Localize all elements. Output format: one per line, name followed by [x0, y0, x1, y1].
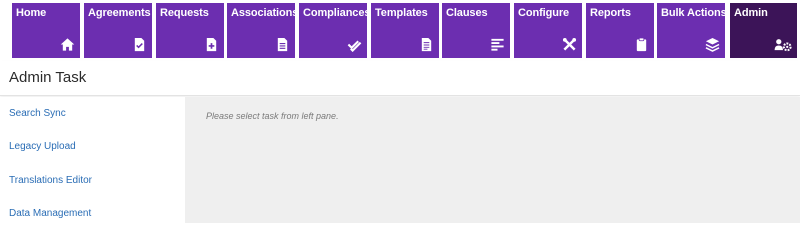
tools-icon — [562, 37, 577, 52]
nav-tile-requests[interactable]: Requests — [156, 3, 224, 58]
nav-tile-configure[interactable]: Configure — [514, 3, 582, 58]
nav-tile-templates[interactable]: Templates — [371, 3, 439, 58]
align-left-icon — [490, 37, 505, 52]
nav-tile-label: Configure — [518, 7, 570, 19]
nav-tile-clauses[interactable]: Clauses — [442, 3, 510, 58]
task-search-sync[interactable]: Search Sync — [9, 108, 66, 119]
nav-tile-label: Admin — [734, 7, 768, 19]
task-list: Search Sync Legacy Upload Translations E… — [0, 97, 185, 223]
nav-tile-label: Home — [16, 7, 47, 19]
nav-tile-associations[interactable]: Associations — [227, 3, 299, 58]
layers-icon — [705, 37, 720, 52]
page-header: Admin Task — [0, 61, 800, 96]
nav-tile-label: Clauses — [446, 7, 488, 19]
task-translations-editor[interactable]: Translations Editor — [9, 175, 92, 186]
nav-tile-bulk-actions[interactable]: Bulk Actions — [657, 3, 727, 58]
nav-tile-home[interactable]: Home — [12, 3, 80, 58]
task-legacy-upload[interactable]: Legacy Upload — [9, 141, 76, 152]
nav-tile-compliances[interactable]: Compliances — [299, 3, 371, 58]
nav-tile-agreements[interactable]: Agreements — [84, 3, 152, 58]
nav-tile-admin[interactable]: Admin — [730, 3, 797, 58]
double-check-icon — [347, 37, 362, 52]
nav-tile-label: Templates — [375, 7, 428, 19]
document-plus-icon — [204, 37, 219, 52]
nav-tile-label: Associations — [231, 7, 299, 19]
template-icon — [419, 37, 434, 52]
empty-state-hint: Please select task from left pane. — [206, 111, 339, 121]
nav-tile-label: Requests — [160, 7, 209, 19]
task-data-management[interactable]: Data Management — [9, 208, 91, 219]
home-icon — [60, 37, 75, 52]
content-pane: Please select task from left pane. — [185, 97, 800, 223]
nav-tile-label: Reports — [590, 7, 631, 19]
nav-tile-label: Agreements — [88, 7, 151, 19]
nav-tile-label: Compliances — [303, 7, 371, 19]
users-gear-icon — [774, 37, 792, 52]
document-icon — [132, 37, 147, 52]
main-navigation: Home Agreements Requests Associations Co… — [0, 0, 800, 61]
clipboard-icon — [634, 37, 649, 52]
nav-tile-reports[interactable]: Reports — [586, 3, 654, 58]
document-lines-icon — [275, 37, 290, 52]
nav-tile-label: Bulk Actions — [661, 7, 727, 19]
page-title: Admin Task — [9, 69, 87, 86]
